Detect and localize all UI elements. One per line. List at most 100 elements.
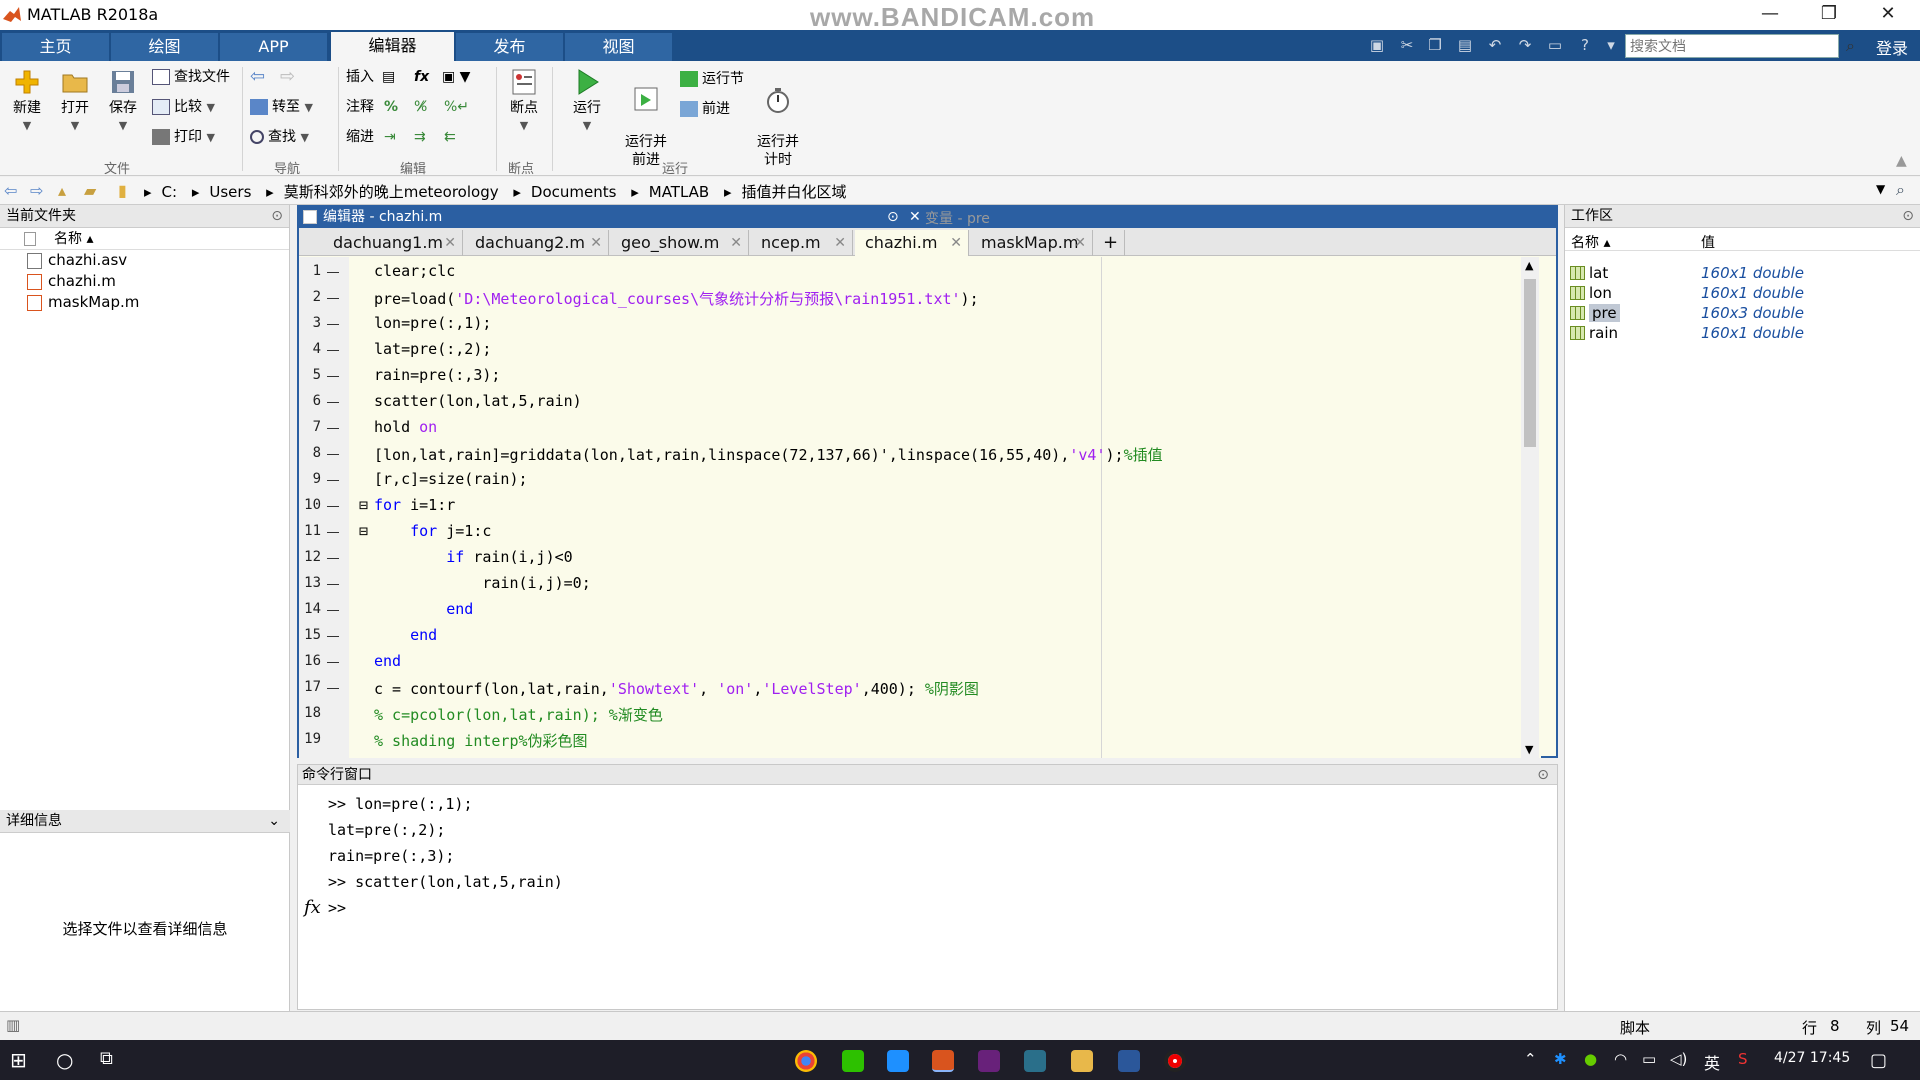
find-button[interactable]: 查找 ▼ [250, 125, 309, 149]
compare-button[interactable]: 比较 ▼ [152, 95, 215, 119]
scrollbar-thumb[interactable] [1524, 279, 1536, 447]
wechat-icon[interactable] [842, 1050, 864, 1072]
save-button[interactable]: 保存 ▼ [104, 67, 142, 133]
redo-icon[interactable]: ↷ [1514, 36, 1536, 56]
tab-view[interactable]: 视图 [565, 33, 673, 61]
browse-folder-icon[interactable]: ▰ [84, 181, 96, 200]
breadcrumb-item[interactable]: MATLAB [649, 183, 709, 201]
word-icon[interactable] [1118, 1050, 1140, 1072]
list-item[interactable]: maskMap.m [0, 292, 289, 313]
ime-indicator[interactable]: 英 [1704, 1050, 1720, 1074]
insert-button[interactable]: 插入 [346, 65, 374, 89]
tab-home[interactable]: 主页 [2, 33, 110, 61]
tab-file-active[interactable]: chazhi.m ✕ [855, 230, 969, 256]
address-search-icon[interactable]: ⌕ [1896, 180, 1905, 200]
add-tab-button[interactable]: + [1095, 230, 1125, 256]
windows-start-icon[interactable]: ⊞ [10, 1048, 27, 1072]
chrome-icon[interactable] [795, 1050, 817, 1072]
breadcrumb-item[interactable]: 插值并白化区域 [742, 183, 847, 201]
app-icon[interactable] [887, 1050, 909, 1072]
run-section-button[interactable]: 运行节 [680, 67, 744, 91]
insert-dropdown-icon[interactable]: ▣ ▼ [442, 65, 470, 89]
column-header-name[interactable]: 名称 ▴ [1571, 232, 1610, 252]
tab-plots[interactable]: 绘图 [111, 33, 219, 61]
code-area[interactable]: clear;clc pre=load('D:\Meteorological_co… [349, 257, 1541, 758]
collapse-ribbon-icon[interactable]: ▲ [1896, 153, 1907, 169]
switch-window-icon[interactable]: ▭ [1544, 36, 1566, 56]
details-header[interactable]: 详细信息 ⌄ [0, 810, 290, 833]
smart-indent-icon[interactable]: ⇥ [384, 125, 396, 149]
list-item[interactable]: chazhi.asv [0, 250, 289, 271]
quick-save-icon[interactable]: ▣ [1366, 36, 1388, 56]
new-button[interactable]: 新建 ▼ [8, 67, 46, 133]
visual-studio-icon[interactable] [978, 1050, 1000, 1072]
up-folder-icon[interactable]: ▴ [58, 181, 66, 200]
undo-icon[interactable]: ↶ [1484, 36, 1506, 56]
tab-file[interactable]: ncep.m ✕ [751, 230, 853, 256]
fold-marker-icon[interactable]: ⊟ [359, 522, 368, 540]
panel-menu-icon[interactable]: ⊙ [1537, 765, 1549, 785]
editor-menu-icon[interactable]: ⊙ [887, 207, 899, 228]
tab-file[interactable]: dachuang1.m ✕ [323, 230, 463, 256]
breadcrumb-item[interactable]: Documents [531, 183, 617, 201]
tab-apps[interactable]: APP [220, 33, 328, 61]
open-button[interactable]: 打开 ▼ [56, 67, 94, 133]
run-and-advance-button[interactable]: 运行并 前进 [620, 67, 672, 169]
notification-icon[interactable]: ▢ [1870, 1050, 1887, 1071]
address-dropdown-icon[interactable]: ▼ [1876, 182, 1885, 196]
clock[interactable]: 4/27 17:45 [1774, 1050, 1850, 1066]
back-arrow-icon[interactable]: ⇦ [250, 65, 265, 89]
app-tray-icon[interactable]: ● [1584, 1050, 1597, 1068]
login-button[interactable]: 登录 [1876, 35, 1908, 59]
chevron-down-icon[interactable]: ⌄ [268, 810, 280, 833]
tab-editor[interactable]: 编辑器 [331, 32, 455, 61]
breakpoints-button[interactable]: 断点 ▼ [504, 67, 544, 133]
file-explorer-icon[interactable] [1071, 1050, 1093, 1072]
find-files-button[interactable]: 查找文件 [152, 65, 230, 89]
insert-function-icon[interactable]: fx [414, 65, 429, 89]
close-button[interactable]: ✕ [1859, 0, 1917, 30]
search-icon[interactable]: ⌕ [1846, 36, 1855, 56]
workspace-variable-row[interactable]: lon 160x1 double [1565, 283, 1920, 303]
comment-percent-icon[interactable]: % [384, 95, 398, 119]
cortana-search-icon[interactable]: ○ [56, 1048, 73, 1072]
cut-icon[interactable]: ✂ [1396, 36, 1418, 56]
record-icon[interactable] [1164, 1050, 1186, 1072]
volume-icon[interactable]: ◁) [1670, 1050, 1687, 1068]
outdent-icon[interactable]: ⇇ [444, 125, 456, 149]
indent-icon[interactable]: ⇉ [414, 125, 426, 149]
editor-close-icon[interactable]: ✕ [909, 207, 921, 228]
indent-button[interactable]: 缩进 [346, 125, 374, 149]
paste-icon[interactable]: ▤ [1454, 36, 1476, 56]
forward-arrow-icon[interactable]: ⇨ [280, 65, 295, 89]
advance-button[interactable]: 前进 [680, 97, 730, 121]
task-view-icon[interactable]: ⧉ [100, 1048, 113, 1069]
command-prompt-input[interactable]: >> [328, 899, 346, 917]
function-browser-icon[interactable]: fx [304, 897, 321, 918]
run-button[interactable]: 运行 ▼ [566, 67, 608, 133]
workspace-variable-row-selected[interactable]: pre 160x3 double [1565, 303, 1920, 323]
tray-expand-icon[interactable]: ⌃ [1524, 1050, 1537, 1068]
sogou-icon[interactable]: S [1738, 1050, 1748, 1068]
panel-menu-icon[interactable]: ⊙ [1902, 205, 1914, 228]
fold-marker-icon[interactable]: ⊟ [359, 496, 368, 514]
goto-button[interactable]: 转至 ▼ [250, 95, 313, 119]
run-and-time-button[interactable]: 运行并 计时 [752, 67, 804, 169]
matlab-taskbar-icon[interactable] [932, 1050, 954, 1072]
editor-scrollbar[interactable]: ▲ ▼ [1521, 257, 1539, 758]
breadcrumb-item[interactable]: 莫斯科郊外的晚上meteorology [284, 183, 499, 201]
minimize-button[interactable]: — [1741, 0, 1799, 30]
bluetooth-icon[interactable]: ✱ [1554, 1050, 1567, 1068]
column-header-value[interactable]: 值 [1701, 232, 1715, 252]
battery-icon[interactable]: ▭ [1642, 1050, 1656, 1068]
workspace-variable-row[interactable]: lat 160x1 double [1565, 263, 1920, 283]
column-header-name[interactable]: 名称 ▴ [0, 228, 289, 250]
tab-publish[interactable]: 发布 [456, 33, 564, 61]
tab-file[interactable]: dachuang2.m ✕ [465, 230, 609, 256]
tab-file[interactable]: maskMap.m ✕ [971, 230, 1093, 256]
variables-tab[interactable]: 变量 - pre [925, 208, 990, 228]
wifi-icon[interactable]: ◠ [1614, 1050, 1627, 1068]
nav-back-icon[interactable]: ⇦ [4, 181, 17, 200]
wrap-comments-icon[interactable]: %↵ [444, 95, 469, 119]
breadcrumb-item[interactable]: C: [162, 183, 178, 201]
